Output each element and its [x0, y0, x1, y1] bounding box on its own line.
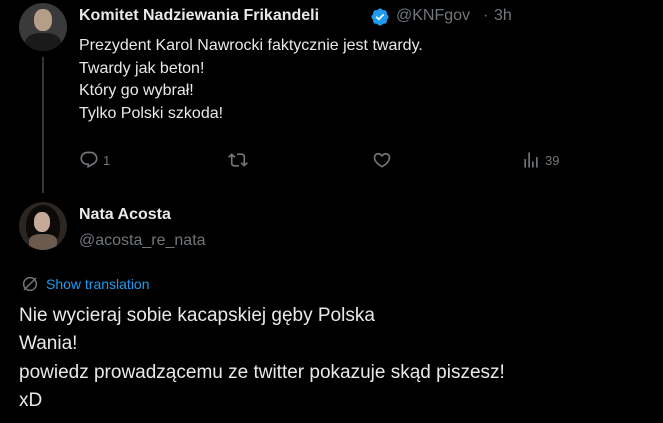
show-translation-label: Show translation: [46, 276, 150, 292]
author-name[interactable]: Komitet Nadziewania Frikandeli: [79, 7, 319, 25]
reply-line: xD: [19, 390, 43, 412]
tweet-time[interactable]: 3h: [494, 7, 512, 25]
views-count: 39: [545, 152, 560, 168]
reply-author-handle[interactable]: @acosta_re_nata: [79, 232, 206, 250]
separator-dot: ·: [483, 7, 489, 24]
reply-count: 1: [103, 152, 111, 168]
tweet-line: Tylko Polski szkoda!: [79, 104, 224, 122]
thread-connector-line: [42, 57, 44, 193]
like-button[interactable]: [372, 150, 396, 170]
repost-icon: [228, 153, 248, 167]
translate-icon: [22, 276, 38, 292]
reply-line: Wania!: [19, 333, 78, 355]
reply-line: Nie wycieraj sobie kacapskiej gęby Polsk…: [19, 305, 375, 326]
like-icon: [373, 152, 391, 168]
show-translation-link[interactable]: Show translation: [21, 275, 150, 293]
tweet-line: Który go wybrał!: [79, 82, 194, 99]
views-icon: [524, 152, 538, 168]
tweet-line: Prezydent Karol Nawrocki faktycznie jest…: [79, 37, 423, 54]
author-avatar[interactable]: [19, 3, 67, 51]
tweet-body: Prezydent Karol Nawrocki faktycznie jest…: [79, 35, 423, 125]
verified-badge-icon: [371, 8, 389, 26]
reply-author-avatar[interactable]: [19, 202, 67, 250]
reply-icon: [80, 151, 98, 169]
reply-author-name[interactable]: Nata Acosta: [79, 206, 171, 224]
reply-line: powiedz prowadzącemu ze twitter pokazuje…: [19, 361, 505, 383]
reply-body: Nie wycieraj sobie kacapskiej gęby Polsk…: [19, 302, 505, 416]
reply-button[interactable]: 1: [79, 150, 110, 170]
author-handle[interactable]: @KNFgov: [396, 7, 470, 25]
views-button[interactable]: 39: [521, 150, 559, 170]
tweet-line: Twardy jak beton!: [79, 59, 205, 77]
repost-button[interactable]: [228, 150, 252, 170]
